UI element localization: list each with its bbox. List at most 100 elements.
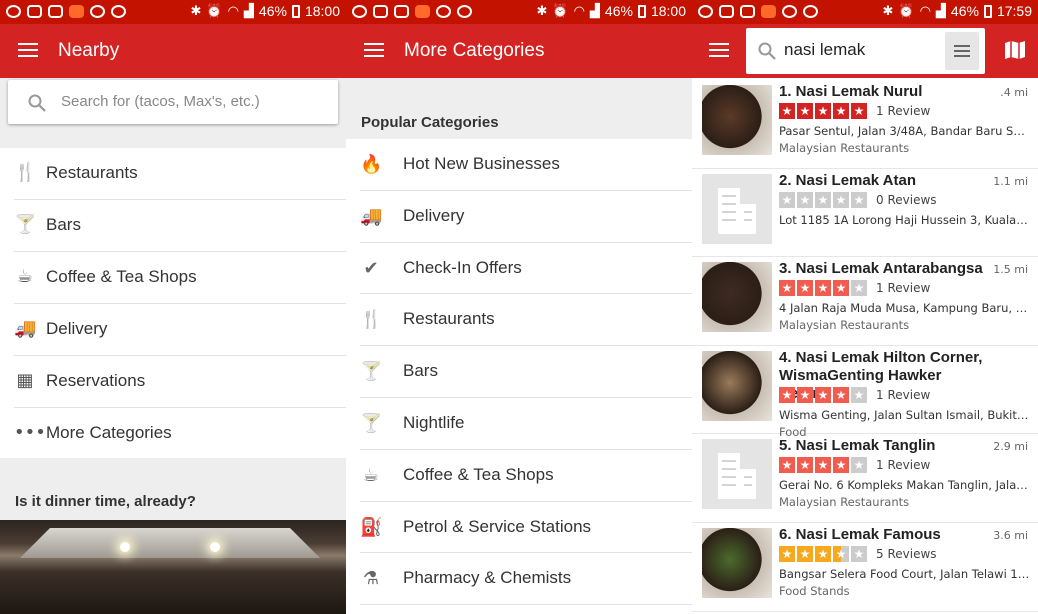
result-item[interactable]: 6. Nasi Lemak Famous 3.6 mi ★ ★ ★ ★ ★ 5 Reviews… — [692, 523, 1038, 612]
category-item[interactable]: ☕ Coffee & Tea Shops — [360, 450, 692, 502]
notification-icons — [352, 5, 472, 18]
section-title: Is it dinner time, already? — [15, 493, 196, 510]
star-icon: ★ — [797, 545, 813, 562]
business-name[interactable]: 6. Nasi Lemak Famous — [779, 526, 984, 544]
cloud-icon — [90, 5, 105, 18]
map-icon[interactable] — [1004, 40, 1026, 60]
review-count: 5 Reviews — [876, 546, 937, 561]
image-icon — [48, 5, 63, 18]
fork-knife-icon: 🍴 — [14, 162, 37, 183]
business-address: Wisma Genting, Jalan Sultan Ismail, Buki… — [779, 407, 1031, 422]
distance-label: 1.5 mi — [993, 263, 1028, 277]
signal-icon: ▟ — [243, 3, 254, 18]
mail-icon — [719, 5, 734, 18]
section-title: Popular Categories — [361, 114, 499, 131]
lamp-light — [210, 542, 220, 552]
dinner-photo[interactable] — [0, 520, 346, 614]
mail-icon — [373, 5, 388, 18]
star-rating: ★ ★ ★ ★ ★ — [779, 386, 867, 403]
cocktail-icon: 🍸 — [360, 412, 383, 434]
menu-icon[interactable] — [709, 43, 729, 58]
star-icon: ★ — [779, 280, 795, 297]
star-icon: ★ — [797, 103, 813, 119]
category-label: Restaurants — [403, 309, 495, 329]
category-item[interactable]: 🍴 Restaurants — [360, 294, 692, 347]
category-item[interactable]: ⛽ Petrol & Service Stations — [360, 502, 692, 554]
star-icon: ★ — [815, 457, 831, 474]
star-icon: ★ — [851, 191, 867, 208]
delivery-truck-icon: 🚚 — [360, 205, 383, 227]
alarm-icon: ⏰ — [898, 3, 915, 18]
business-address: Bangsar Selera Food Court, Jalan Telawi … — [779, 566, 1031, 581]
category-label: Hot New Businesses — [403, 154, 560, 173]
notification-icons — [6, 5, 126, 18]
placeholder-building-icon — [702, 173, 772, 244]
battery-percent: 46% — [604, 3, 633, 19]
category-item[interactable]: ••• More Categories — [14, 408, 346, 460]
star-icon: ★ — [797, 386, 813, 403]
filter-line — [954, 45, 970, 47]
messenger-icon — [803, 5, 818, 18]
category-item[interactable]: ☕ Coffee & Tea Shops — [14, 252, 346, 304]
category-label: Delivery — [46, 319, 108, 338]
business-category: Malaysian Restaurants — [779, 318, 910, 333]
filter-button[interactable] — [945, 32, 979, 70]
result-item[interactable]: 5. Nasi Lemak Tanglin 2.9 mi ★ ★ ★ ★ ★ 1 Review… — [692, 434, 1038, 523]
result-item[interactable]: 4. Nasi Lemak Hilton Corner, WismaGentin… — [692, 346, 1038, 439]
search-icon — [758, 42, 776, 60]
category-item[interactable]: 🍸 Bars — [14, 200, 346, 252]
business-photo — [702, 85, 772, 155]
cloud-icon — [782, 5, 797, 18]
category-item[interactable]: 🍴 Restaurants — [14, 148, 346, 200]
star-icon: ★ — [797, 191, 813, 208]
category-item[interactable]: 🔥 Hot New Businesses — [360, 139, 692, 191]
mail-icon — [27, 5, 42, 18]
business-name[interactable]: 2. Nasi Lemak Atan — [779, 172, 984, 190]
check-badge-icon: ✔ — [363, 257, 379, 279]
clock: 17:59 — [996, 3, 1032, 19]
app-notification-icon — [69, 5, 84, 18]
cocktail-icon: 🍸 — [14, 214, 37, 235]
category-item[interactable]: 🚚 Delivery — [14, 304, 346, 356]
star-rating: ★ ★ ★ ★ ★ — [779, 457, 867, 474]
messenger-icon — [111, 5, 126, 18]
category-label: Bars — [403, 361, 438, 381]
category-label: Reservations — [46, 371, 146, 390]
category-item[interactable]: ⚗ Pharmacy & Chemists — [360, 553, 692, 606]
battery-percent: 46% — [258, 3, 287, 19]
tent-roof — [20, 528, 320, 558]
placeholder-building-icon — [702, 439, 772, 510]
status-bar: ✱ ⏰ ◠ ▟ 46% 18:00 — [0, 0, 346, 24]
business-name[interactable]: 5. Nasi Lemak Tanglin — [779, 437, 984, 455]
business-name[interactable]: 3. Nasi Lemak Antarabangsa — [779, 260, 984, 278]
category-item[interactable]: 🍸 Bars — [360, 346, 692, 398]
category-item[interactable]: 🍸 Nightlife — [360, 398, 692, 450]
category-item[interactable]: 🚚 Delivery — [360, 191, 692, 243]
distance-label: .4 mi — [1000, 86, 1028, 99]
result-item[interactable]: 1. Nasi Lemak Nurul .4 mi ★ ★ ★ ★ ★ 1 Review Pas… — [692, 80, 1038, 169]
menu-icon[interactable] — [364, 43, 384, 58]
signal-icon: ▟ — [589, 3, 600, 18]
business-name[interactable]: 1. Nasi Lemak Nurul — [779, 83, 984, 101]
result-item[interactable]: 3. Nasi Lemak Antarabangsa 1.5 mi ★ ★ ★ ★ ★ 1 R… — [692, 257, 1038, 346]
star-icon: ★ — [779, 103, 795, 119]
category-item[interactable]: ✔ Check-In Offers — [360, 243, 692, 295]
whatsapp-icon — [6, 5, 21, 18]
nearby-category-list: 🍴 Restaurants 🍸 Bars ☕ Coffee & Tea Shops 🚚 Del… — [0, 148, 346, 460]
category-label: Nightlife — [403, 412, 465, 432]
review-count: 1 Review — [876, 104, 931, 118]
category-label: Restaurants — [46, 163, 138, 182]
bluetooth-icon: ✱ — [190, 3, 202, 18]
search-input[interactable]: nasi lemak — [746, 28, 985, 74]
flame-icon: 🔥 — [360, 154, 383, 175]
business-photo — [702, 350, 772, 421]
app-bar: Nearby — [0, 24, 346, 78]
star-rating: ★ ★ ★ ★ ★ — [779, 280, 867, 297]
whatsapp-icon — [352, 5, 367, 18]
search-input[interactable]: Search for (tacos, Max's, etc.) — [8, 80, 338, 124]
star-icon: ★ — [851, 545, 867, 562]
menu-icon[interactable] — [18, 43, 38, 58]
category-item[interactable]: ▦ Reservations — [14, 356, 346, 408]
result-item[interactable]: 2. Nasi Lemak Atan 1.1 mi ★ ★ ★ ★ ★ 0 Reviews Lo… — [692, 169, 1038, 258]
business-photo — [702, 527, 772, 598]
